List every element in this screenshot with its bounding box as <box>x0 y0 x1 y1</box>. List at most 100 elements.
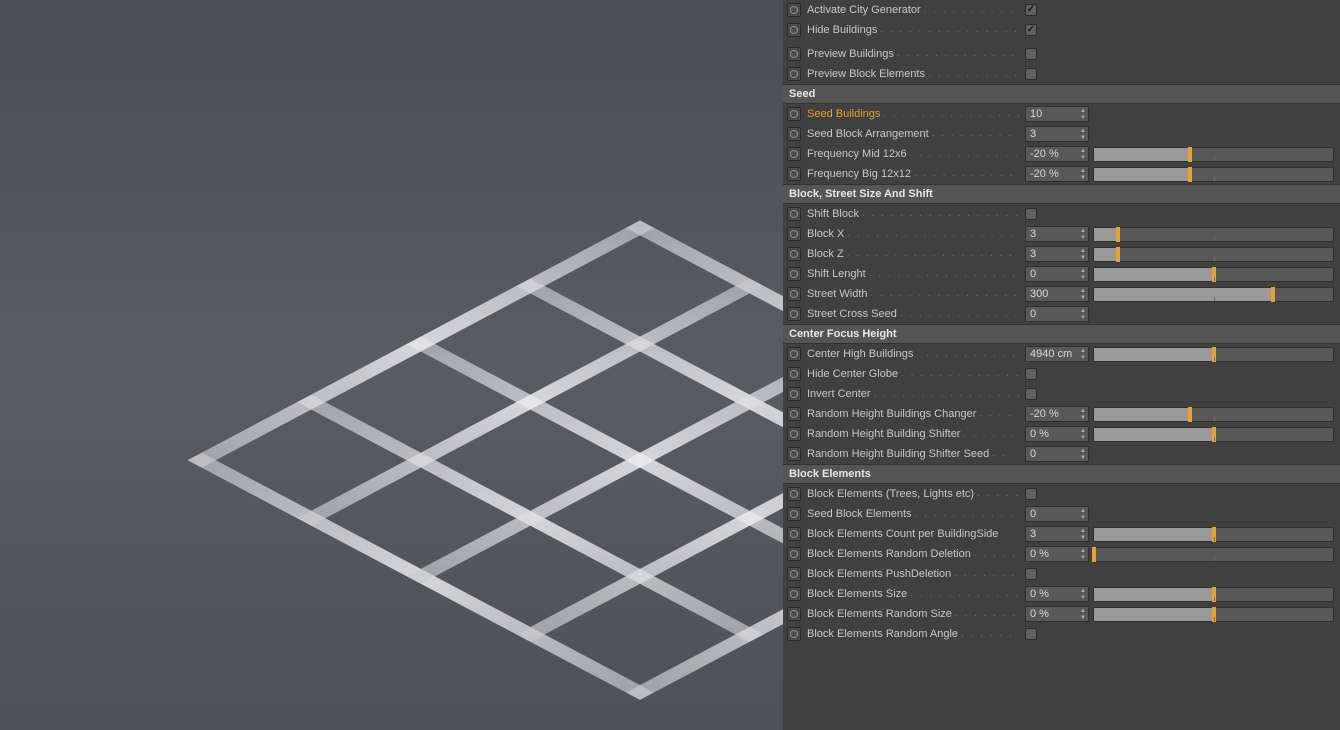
random-size-input[interactable]: 0 %▲▼ <box>1025 606 1089 622</box>
spinner-up-icon[interactable]: ▲ <box>1078 247 1088 254</box>
spinner-up-icon[interactable]: ▲ <box>1078 147 1088 154</box>
keyframe-icon[interactable] <box>787 167 801 181</box>
center-high-slider[interactable] <box>1093 347 1334 362</box>
freq-mid-input[interactable]: -20 %▲▼ <box>1025 146 1089 162</box>
keyframe-icon[interactable] <box>787 107 801 121</box>
count-per-side-slider[interactable] <box>1093 527 1334 542</box>
spinner-down-icon[interactable]: ▼ <box>1078 354 1088 361</box>
spinner-down-icon[interactable]: ▼ <box>1078 254 1088 261</box>
spinner-down-icon[interactable]: ▼ <box>1078 534 1088 541</box>
street-cross-seed-input[interactable]: 0▲▼ <box>1025 306 1089 322</box>
spinner-up-icon[interactable]: ▲ <box>1078 607 1088 614</box>
spinner-down-icon[interactable]: ▼ <box>1078 454 1088 461</box>
block-x-slider[interactable] <box>1093 227 1334 242</box>
street-width-input[interactable]: 300▲▼ <box>1025 286 1089 302</box>
spinner-down-icon[interactable]: ▼ <box>1078 174 1088 181</box>
seed-elements-input[interactable]: 0▲▼ <box>1025 506 1089 522</box>
spinner-down-icon[interactable]: ▼ <box>1078 134 1088 141</box>
spinner-up-icon[interactable]: ▲ <box>1078 167 1088 174</box>
keyframe-icon[interactable] <box>787 127 801 141</box>
keyframe-icon[interactable] <box>787 567 801 581</box>
keyframe-icon[interactable] <box>787 23 801 37</box>
freq-mid-slider[interactable] <box>1093 147 1334 162</box>
spinner-up-icon[interactable]: ▲ <box>1078 307 1088 314</box>
random-changer-slider[interactable] <box>1093 407 1334 422</box>
keyframe-icon[interactable] <box>787 307 801 321</box>
hide-buildings-checkbox[interactable] <box>1025 24 1037 36</box>
freq-big-input[interactable]: -20 %▲▼ <box>1025 166 1089 182</box>
spinner-down-icon[interactable]: ▼ <box>1078 154 1088 161</box>
keyframe-icon[interactable] <box>787 287 801 301</box>
keyframe-icon[interactable] <box>787 67 801 81</box>
spinner-down-icon[interactable]: ▼ <box>1078 234 1088 241</box>
spinner-up-icon[interactable]: ▲ <box>1078 287 1088 294</box>
keyframe-icon[interactable] <box>787 227 801 241</box>
push-deletion-checkbox[interactable] <box>1025 568 1037 580</box>
spinner-down-icon[interactable]: ▼ <box>1078 594 1088 601</box>
elements-size-input[interactable]: 0 %▲▼ <box>1025 586 1089 602</box>
street-width-slider[interactable] <box>1093 287 1334 302</box>
spinner-up-icon[interactable]: ▲ <box>1078 427 1088 434</box>
center-high-input[interactable]: 4940 cm▲▼ <box>1025 346 1089 362</box>
keyframe-icon[interactable] <box>787 607 801 621</box>
keyframe-icon[interactable] <box>787 367 801 381</box>
spinner-up-icon[interactable]: ▲ <box>1078 407 1088 414</box>
spinner-down-icon[interactable]: ▼ <box>1078 114 1088 121</box>
spinner-down-icon[interactable]: ▼ <box>1078 294 1088 301</box>
keyframe-icon[interactable] <box>787 347 801 361</box>
keyframe-icon[interactable] <box>787 387 801 401</box>
spinner-up-icon[interactable]: ▲ <box>1078 447 1088 454</box>
keyframe-icon[interactable] <box>787 487 801 501</box>
spinner-up-icon[interactable]: ▲ <box>1078 267 1088 274</box>
keyframe-icon[interactable] <box>787 447 801 461</box>
spinner-up-icon[interactable]: ▲ <box>1078 527 1088 534</box>
spinner-up-icon[interactable]: ▲ <box>1078 587 1088 594</box>
random-shifter-slider[interactable] <box>1093 427 1334 442</box>
random-angle-checkbox[interactable] <box>1025 628 1037 640</box>
keyframe-icon[interactable] <box>787 587 801 601</box>
spinner-up-icon[interactable]: ▲ <box>1078 547 1088 554</box>
keyframe-icon[interactable] <box>787 527 801 541</box>
freq-big-slider[interactable] <box>1093 167 1334 182</box>
hide-globe-checkbox[interactable] <box>1025 368 1037 380</box>
spinner-down-icon[interactable]: ▼ <box>1078 414 1088 421</box>
keyframe-icon[interactable] <box>787 207 801 221</box>
activate-checkbox[interactable] <box>1025 4 1037 16</box>
keyframe-icon[interactable] <box>787 267 801 281</box>
seed-block-arrangement-input[interactable]: 3▲▼ <box>1025 126 1089 142</box>
spinner-up-icon[interactable]: ▲ <box>1078 347 1088 354</box>
random-size-slider[interactable] <box>1093 607 1334 622</box>
viewport[interactable] <box>0 0 783 730</box>
preview-block-elements-checkbox[interactable] <box>1025 68 1037 80</box>
random-shifter-seed-input[interactable]: 0▲▼ <box>1025 446 1089 462</box>
spinner-up-icon[interactable]: ▲ <box>1078 507 1088 514</box>
random-deletion-slider[interactable] <box>1093 547 1334 562</box>
keyframe-icon[interactable] <box>787 147 801 161</box>
spinner-down-icon[interactable]: ▼ <box>1078 614 1088 621</box>
preview-buildings-checkbox[interactable] <box>1025 48 1037 60</box>
keyframe-icon[interactable] <box>787 547 801 561</box>
spinner-up-icon[interactable]: ▲ <box>1078 227 1088 234</box>
keyframe-icon[interactable] <box>787 507 801 521</box>
spinner-down-icon[interactable]: ▼ <box>1078 434 1088 441</box>
count-per-side-input[interactable]: 3▲▼ <box>1025 526 1089 542</box>
seed-buildings-input[interactable]: 10▲▼ <box>1025 106 1089 122</box>
block-z-input[interactable]: 3▲▼ <box>1025 246 1089 262</box>
spinner-up-icon[interactable]: ▲ <box>1078 127 1088 134</box>
keyframe-icon[interactable] <box>787 627 801 641</box>
elements-size-slider[interactable] <box>1093 587 1334 602</box>
shift-length-input[interactable]: 0▲▼ <box>1025 266 1089 282</box>
random-shifter-input[interactable]: 0 %▲▼ <box>1025 426 1089 442</box>
block-x-input[interactable]: 3▲▼ <box>1025 226 1089 242</box>
keyframe-icon[interactable] <box>787 47 801 61</box>
invert-center-checkbox[interactable] <box>1025 388 1037 400</box>
random-changer-input[interactable]: -20 %▲▼ <box>1025 406 1089 422</box>
block-z-slider[interactable] <box>1093 247 1334 262</box>
keyframe-icon[interactable] <box>787 407 801 421</box>
shift-length-slider[interactable] <box>1093 267 1334 282</box>
shift-block-checkbox[interactable] <box>1025 208 1037 220</box>
spinner-down-icon[interactable]: ▼ <box>1078 274 1088 281</box>
spinner-down-icon[interactable]: ▼ <box>1078 314 1088 321</box>
keyframe-icon[interactable] <box>787 247 801 261</box>
block-elements-checkbox[interactable] <box>1025 488 1037 500</box>
